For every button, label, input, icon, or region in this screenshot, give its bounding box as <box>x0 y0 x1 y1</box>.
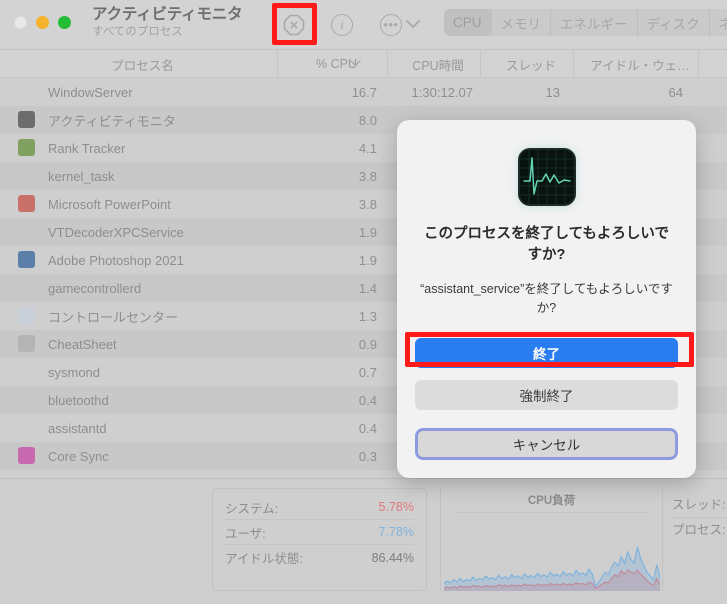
quit-process-button[interactable] <box>279 10 309 40</box>
process-icon <box>18 307 35 324</box>
idle-wake-cell: 64 <box>668 84 683 100</box>
cpu-percent-cell: 16.7 <box>351 84 377 100</box>
stat-value-system: 5.78% <box>378 500 414 514</box>
view-tabs[interactable]: CPU メモリ エネルギー ディスク ネッ <box>444 9 727 36</box>
stat-label-idle: アイドル状態: <box>225 552 303 566</box>
dialog-quit-button[interactable]: 終了 <box>415 338 678 368</box>
quit-confirmation-dialog: このプロセスを終了してもよろしいですか? “assistant_service”… <box>397 120 696 478</box>
cpu-percent-cell: 0.3 <box>358 448 377 464</box>
process-icon <box>18 447 35 464</box>
activity-monitor-ekg-icon <box>517 148 576 206</box>
cpu-load-graph: CPU負荷 <box>440 488 663 591</box>
column-header-cpu-percent[interactable]: % CPU <box>277 50 387 78</box>
process-name-cell: gamecontrollerd <box>48 280 142 296</box>
process-name-cell: Microsoft PowerPoint <box>48 196 171 212</box>
process-name-cell: Core Sync <box>48 448 109 464</box>
cpu-percent-cell: 0.7 <box>358 364 377 380</box>
stat-row-system: システム: 5.78% <box>225 495 414 520</box>
process-name-cell: WindowServer <box>48 84 133 100</box>
cpu-percent-cell: 1.9 <box>358 252 377 268</box>
dialog-message: “assistant_service”を終了してもよろしいですか? <box>420 282 673 315</box>
tab-cpu[interactable]: CPU <box>444 9 491 36</box>
cpu-load-chart-svg <box>444 546 660 591</box>
stat-row-user: ユーザ: 7.78% <box>225 520 414 545</box>
process-name-cell: VTDecoderXPCService <box>48 224 184 240</box>
process-name-cell: CheatSheet <box>48 336 117 352</box>
dialog-title: このプロセスを終了してもよろしいですか? <box>424 226 669 263</box>
title-block: アクティビティモニタ すべてのプロセス <box>92 5 267 40</box>
process-name-cell: kernel_task <box>48 168 115 184</box>
column-header-process-name[interactable]: プロセス名 <box>0 50 277 78</box>
minimize-button[interactable] <box>36 16 49 29</box>
cpu-percent-cell: 1.3 <box>358 308 377 324</box>
column-header-threads[interactable]: スレッド <box>480 50 573 78</box>
info-button[interactable]: i <box>327 10 357 40</box>
threads-cell: 13 <box>545 84 560 100</box>
tab-network[interactable]: ネッ <box>708 9 727 36</box>
process-name-cell: assistantd <box>48 420 107 436</box>
column-header-spacer <box>698 50 727 78</box>
stat-value-idle: 86.44% <box>371 550 414 565</box>
graph-title-rule <box>455 512 648 513</box>
process-name-cell: sysmond <box>48 364 101 380</box>
column-header-idle-wake[interactable]: アイドル・ウェ… <box>573 50 698 78</box>
page-title: アクティビティモニタ <box>92 6 243 23</box>
window-titlebar: アクティビティモニタ すべてのプロセス i ••• CPU メモリ エネルギー … <box>0 0 727 50</box>
process-name-cell: Rank Tracker <box>48 140 126 156</box>
process-name-cell: bluetoothd <box>48 392 109 408</box>
quit-process-octagon-icon <box>283 14 305 36</box>
ellipsis-circle-icon: ••• <box>380 14 402 36</box>
dialog-cancel-button[interactable]: キャンセル <box>415 428 678 460</box>
sort-chevron-down-icon[interactable] <box>350 60 361 67</box>
process-icon <box>18 335 35 352</box>
label-threads: スレッド: <box>672 493 727 518</box>
cpu-percent-cell: 3.8 <box>358 196 377 212</box>
activity-monitor-window: アクティビティモニタ すべてのプロセス i ••• CPU メモリ エネルギー … <box>0 0 727 604</box>
cpu-load-graph-title: CPU負荷 <box>527 495 576 507</box>
right-stats-labels: スレッド: プロセス: <box>672 493 727 543</box>
cpu-percent-cell: 8.0 <box>358 112 377 128</box>
cpu-time-cell: 1:30:12.07 <box>411 84 473 100</box>
stat-label-system: システム: <box>225 501 279 516</box>
more-options-button[interactable]: ••• <box>376 10 406 40</box>
stat-row-idle: アイドル状態: 86.44% <box>225 545 414 570</box>
cpu-percent-cell: 1.4 <box>358 280 377 296</box>
process-name-cell: アクティビティモニタ <box>48 113 176 129</box>
cpu-percent-cell: 3.8 <box>358 168 377 184</box>
cpu-percent-cell: 1.9 <box>358 224 377 240</box>
table-column-header: プロセス名 % CPU CPU時間 スレッド アイドル・ウェ… <box>0 50 727 78</box>
process-icon <box>18 251 35 268</box>
cpu-percent-cell: 4.1 <box>358 140 377 156</box>
dialog-force-quit-button[interactable]: 強制終了 <box>415 380 678 410</box>
page-subtitle: すべてのプロセス <box>92 26 183 38</box>
process-icon <box>18 111 35 128</box>
process-icon <box>18 139 35 156</box>
tab-energy[interactable]: エネルギー <box>550 9 637 36</box>
tab-memory[interactable]: メモリ <box>490 9 551 36</box>
footer-panel: システム: 5.78% ユーザ: 7.78% アイドル状態: 86.44% CP… <box>0 478 727 600</box>
cpu-percent-cell: 0.9 <box>358 336 377 352</box>
stat-label-user: ユーザ: <box>225 526 266 541</box>
cpu-percent-cell: 0.4 <box>358 420 377 436</box>
column-header-cpu-time[interactable]: CPU時間 <box>387 50 480 78</box>
process-icon <box>18 195 35 212</box>
process-name-cell: Adobe Photoshop 2021 <box>48 252 184 268</box>
chevron-down-icon <box>406 19 420 28</box>
process-name-cell: コントロールセンター <box>48 309 179 325</box>
close-button[interactable] <box>14 16 27 29</box>
more-options-chevron-button[interactable] <box>404 15 422 33</box>
label-processes: プロセス: <box>672 523 726 537</box>
tab-disk[interactable]: ディスク <box>636 9 709 36</box>
cpu-stats-box: システム: 5.78% ユーザ: 7.78% アイドル状態: 86.44% <box>212 488 427 591</box>
stat-value-user: 7.78% <box>378 525 414 539</box>
maximize-button[interactable] <box>58 16 71 29</box>
table-row[interactable]: WindowServer 16.7 1:30:12.07 13 64 <box>0 78 727 106</box>
cpu-percent-cell: 0.4 <box>358 392 377 408</box>
info-circle-icon: i <box>331 14 353 36</box>
